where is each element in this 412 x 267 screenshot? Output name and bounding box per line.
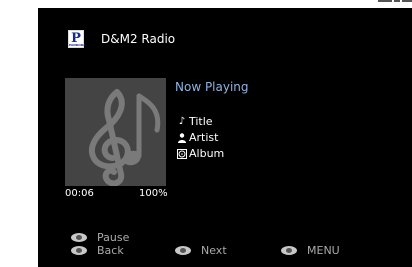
music-notes-icon: [65, 78, 166, 186]
artist-name: Artist: [189, 131, 219, 144]
now-playing-screen: P PANDORA D&M2 Radio Now Playing ♪ Title…: [38, 8, 412, 267]
album-row: Album: [177, 147, 224, 160]
person-icon: [177, 132, 187, 143]
album-art: [65, 78, 166, 186]
station-name: D&M2 Radio: [101, 32, 176, 46]
music-note-icon: ♪: [178, 116, 186, 127]
pause-button[interactable]: Pause: [71, 231, 129, 244]
pause-label: Pause: [97, 231, 130, 244]
menu-label: MENU: [307, 244, 340, 257]
remote-button-icon: [281, 246, 297, 255]
album-name: Album: [189, 147, 225, 160]
remote-button-icon: [71, 246, 87, 255]
corner-mark: [362, 0, 412, 4]
volume-level: 100%: [139, 188, 168, 199]
remote-button-icon: [71, 233, 87, 242]
back-button[interactable]: Back: [71, 244, 124, 257]
elapsed-time: 00:06: [65, 188, 94, 199]
next-button[interactable]: Next: [175, 244, 227, 257]
track-title-row: ♪ Title: [177, 115, 213, 128]
now-playing-heading: Now Playing: [175, 80, 249, 94]
back-label: Back: [97, 244, 124, 257]
track-title: Title: [189, 115, 213, 128]
pandora-logo-icon: P PANDORA: [68, 30, 86, 48]
next-label: Next: [201, 244, 227, 257]
disc-icon: [177, 148, 187, 159]
remote-button-icon: [175, 246, 191, 255]
menu-button[interactable]: MENU: [281, 244, 340, 257]
artist-row: Artist: [177, 131, 218, 144]
